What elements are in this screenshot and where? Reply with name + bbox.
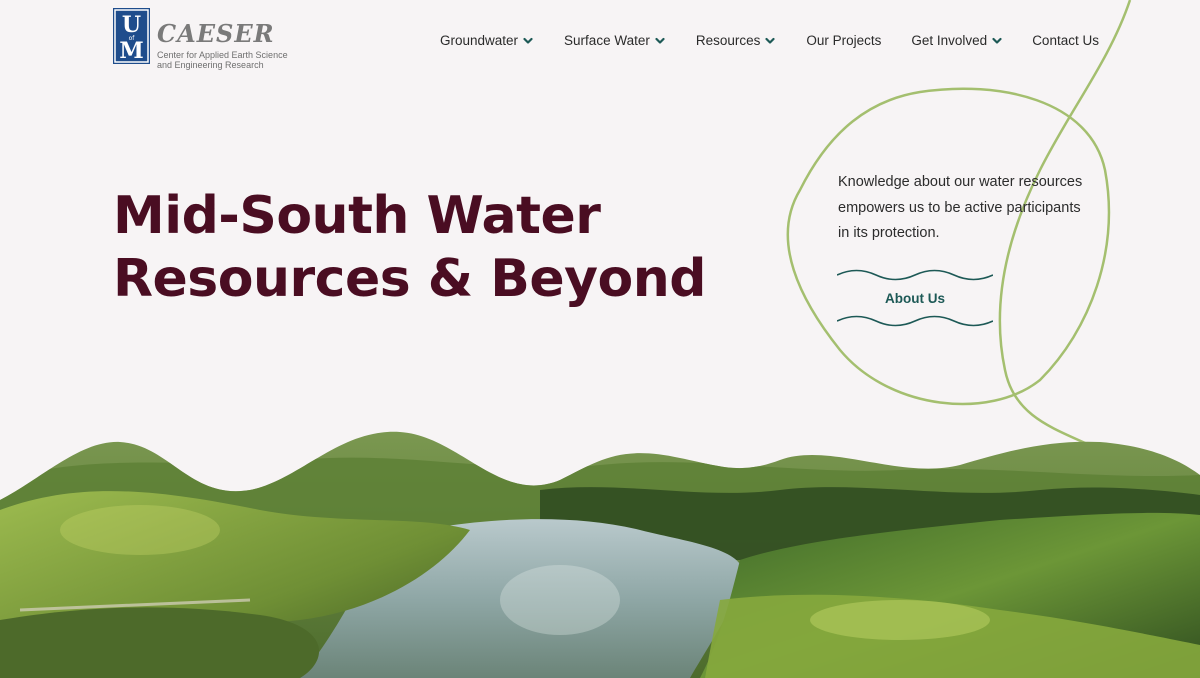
nav-our-projects-label: Our Projects — [806, 33, 882, 48]
nav-our-projects[interactable]: Our Projects — [806, 33, 881, 48]
hero-title-line-1: Mid-South Water — [113, 186, 601, 246]
chevron-down-icon — [523, 37, 533, 44]
hero-tagline: Knowledge about our water resources empo… — [838, 174, 1083, 241]
logo-title: CAESER — [157, 19, 275, 48]
chevron-down-icon — [765, 37, 775, 44]
nav-groundwater[interactable]: Groundwater — [440, 33, 533, 48]
site-logo[interactable]: U M of CAESER Center for Applied Earth S… — [113, 8, 297, 70]
nav-resources[interactable]: Resources — [696, 33, 776, 48]
nav-get-involved-label: Get Involved — [911, 33, 988, 48]
chevron-down-icon — [655, 37, 665, 44]
nav-surface-water[interactable]: Surface Water — [564, 33, 665, 48]
hero-title-line-2: Resources & Beyond — [113, 249, 707, 309]
chevron-down-icon — [992, 37, 1002, 44]
wave-line-icon — [837, 315, 993, 327]
um-logo-mark: U M of — [113, 8, 150, 64]
hero-title: Mid-South Water Resources & Beyond — [113, 185, 733, 311]
main-navigation: Groundwater Surface Water Resources Our … — [440, 33, 1099, 48]
nav-surface-water-label: Surface Water — [564, 33, 650, 48]
nav-contact-us-label: Contact Us — [1032, 33, 1099, 48]
about-us-button[interactable]: About Us — [837, 268, 993, 328]
nav-groundwater-label: Groundwater — [440, 33, 519, 48]
logo-subtitle: Center for Applied Earth Science and Eng… — [157, 50, 288, 70]
svg-text:of: of — [129, 35, 136, 42]
nav-contact-us[interactable]: Contact Us — [1032, 33, 1099, 48]
about-us-label: About Us — [885, 291, 945, 306]
wave-line-icon — [837, 269, 993, 281]
river-landscape-image — [0, 431, 1200, 678]
nav-get-involved[interactable]: Get Involved — [911, 33, 1002, 48]
nav-resources-label: Resources — [695, 33, 761, 48]
